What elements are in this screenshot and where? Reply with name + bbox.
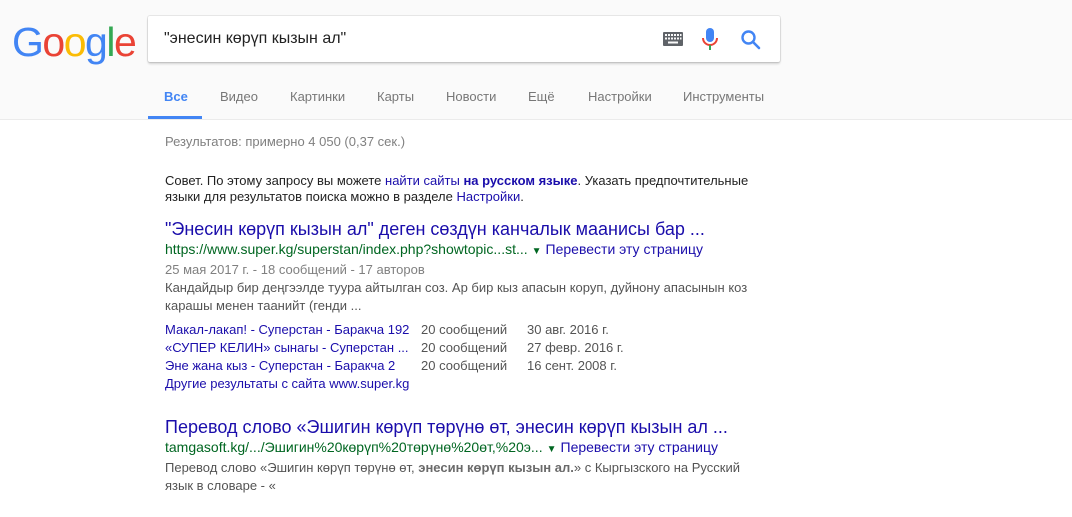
search-icon[interactable] bbox=[740, 29, 761, 50]
tab-maps[interactable]: Карты bbox=[377, 89, 414, 104]
result-title-link[interactable]: Перевод слово «Эшигин көрүп төрүнө өт, э… bbox=[165, 416, 765, 438]
tip-text: Совет. По этому запросу вы можете bbox=[165, 173, 386, 188]
sitelink-date: 27 февр. 2016 г. bbox=[527, 340, 624, 355]
logo-letter: l bbox=[106, 19, 115, 65]
snippet-text: Перевод слово «Эшигин көрүп төрүнө өт, bbox=[165, 460, 419, 475]
result-snippet: Кандайдыр бир деңгээлде туура айтылган с… bbox=[165, 280, 748, 313]
dropdown-arrow-icon[interactable]: ▼ bbox=[547, 444, 557, 455]
sitelink-count: 20 сообщений bbox=[421, 322, 508, 337]
sitelink-row: Макал-лакап! - Суперстан - Баракча 192 2… bbox=[165, 321, 765, 339]
sitelink-title[interactable]: Эне жана кыз - Суперстан - Баракча 2 bbox=[165, 357, 421, 375]
logo-letter: e bbox=[113, 19, 137, 65]
sitelink-date: 30 авг. 2016 г. bbox=[527, 322, 609, 337]
sitelink-title[interactable]: «СУПЕР КЕЛИН» сынагы - Суперстан ... bbox=[165, 339, 421, 357]
search-result: Перевод слово «Эшигин көрүп төрүнө өт, э… bbox=[165, 416, 765, 495]
google-logo[interactable]: Google bbox=[12, 18, 137, 66]
active-tab-underline bbox=[148, 116, 202, 119]
result-url-text: https://www.super.kg/superstan/index.php… bbox=[165, 241, 528, 257]
sitelink-count: 20 сообщений bbox=[421, 340, 508, 355]
tab-more[interactable]: Ещё bbox=[528, 89, 555, 104]
tip-link-settings[interactable]: Настройки bbox=[456, 189, 520, 204]
tip-link-find-sites[interactable]: найти сайты bbox=[385, 173, 460, 188]
tab-all[interactable]: Все bbox=[164, 89, 188, 104]
result-snippet: Перевод слово «Эшигин көрүп төрүнө өт, э… bbox=[165, 459, 765, 495]
search-input[interactable] bbox=[164, 26, 644, 52]
result-title-link[interactable]: "Энесин көрүп кызын ал" деген сөздүн кан… bbox=[165, 218, 765, 240]
tab-tools[interactable]: Инструменты bbox=[683, 89, 764, 104]
logo-letter: o bbox=[42, 19, 65, 65]
more-results-link[interactable]: Другие результаты с сайта www.super.kg bbox=[165, 375, 765, 393]
search-box bbox=[148, 16, 780, 62]
result-url: https://www.super.kg/superstan/index.php… bbox=[165, 240, 765, 261]
logo-letter: o bbox=[63, 19, 87, 65]
result-url: tamgasoft.kg/.../Эшигин%20көрүп%20төрүнө… bbox=[165, 438, 765, 459]
translate-link[interactable]: Перевести эту страницу bbox=[561, 439, 718, 455]
tip-text: . bbox=[520, 189, 524, 204]
search-result: "Энесин көрүп кызын ал" деген сөздүн кан… bbox=[165, 218, 765, 393]
tab-news[interactable]: Новости bbox=[446, 89, 496, 104]
language-tip: Совет. По этому запросу вы можете найти … bbox=[165, 173, 765, 205]
logo-letter: g bbox=[85, 19, 108, 65]
tip-link-russian[interactable]: на русском языке bbox=[463, 173, 577, 188]
result-meta: 25 мая 2017 г. - 18 сообщений - 17 автор… bbox=[165, 262, 425, 277]
sitelink-title[interactable]: Макал-лакап! - Суперстан - Баракча 192 bbox=[165, 321, 421, 339]
keyboard-icon[interactable] bbox=[663, 32, 683, 46]
snippet-highlight: энесин көрүп кызын ал. bbox=[418, 460, 574, 475]
dropdown-arrow-icon[interactable]: ▼ bbox=[532, 246, 542, 257]
result-stats: Результатов: примерно 4 050 (0,37 сек.) bbox=[165, 134, 406, 149]
tab-settings[interactable]: Настройки bbox=[588, 89, 652, 104]
result-url-text: tamgasoft.kg/.../Эшигин%20көрүп%20төрүнө… bbox=[165, 439, 543, 455]
sitelink-row: Эне жана кыз - Суперстан - Баракча 2 20 … bbox=[165, 357, 765, 375]
logo-letter: G bbox=[12, 19, 44, 65]
tab-images[interactable]: Картинки bbox=[290, 89, 345, 104]
translate-link[interactable]: Перевести эту страницу bbox=[546, 241, 703, 257]
header-bar: Google Все Видео Картинки Карты Новости bbox=[0, 0, 1072, 120]
sitelink-date: 16 сент. 2008 г. bbox=[527, 358, 618, 373]
sitelink-count: 20 сообщений bbox=[421, 358, 508, 373]
microphone-icon[interactable] bbox=[701, 27, 719, 51]
sitelink-row: «СУПЕР КЕЛИН» сынагы - Суперстан ... 20 … bbox=[165, 339, 765, 357]
tab-video[interactable]: Видео bbox=[220, 89, 258, 104]
sitelinks-table: Макал-лакап! - Суперстан - Баракча 192 2… bbox=[165, 321, 765, 393]
